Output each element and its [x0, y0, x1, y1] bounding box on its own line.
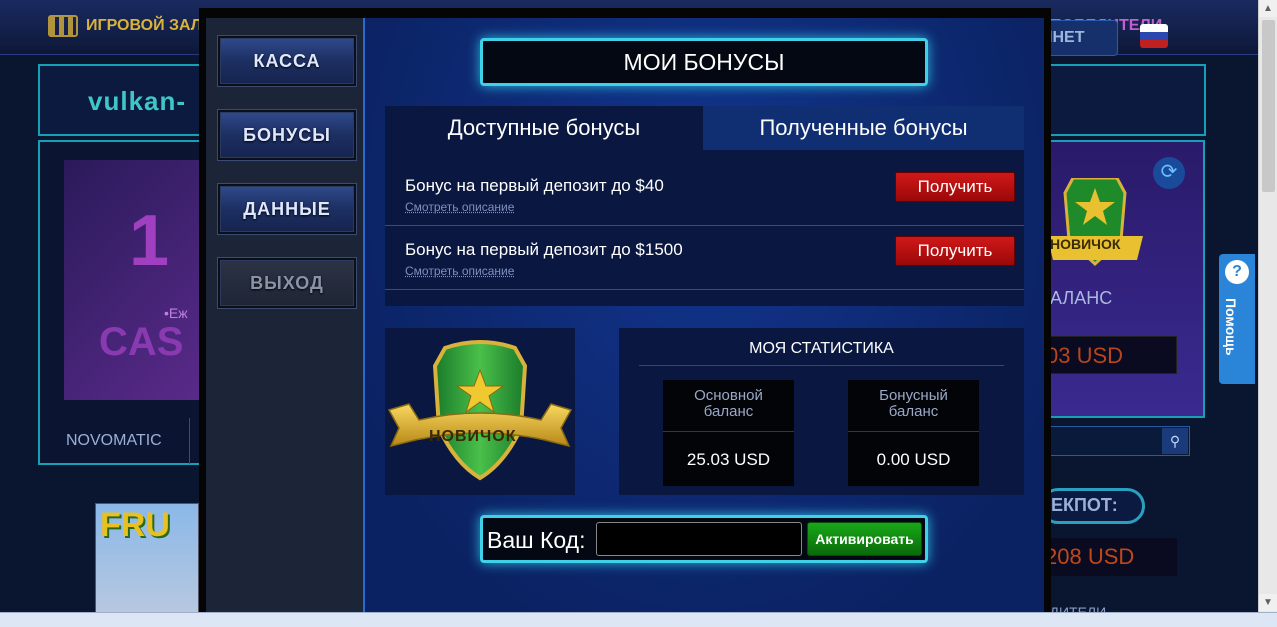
stats-panel: МОЯ СТАТИСТИКА Основной баланс 25.03 USD… — [619, 328, 1024, 495]
os-taskbar — [0, 612, 1277, 627]
bonus-panel: Доступные бонусы Полученные бонусы Бонус… — [385, 106, 1024, 306]
tab-available-bonuses[interactable]: Доступные бонусы — [385, 106, 703, 150]
novice-label: НОВИЧОК — [1050, 236, 1121, 252]
search-icon[interactable]: ⚲ — [1162, 428, 1188, 454]
modal-content: МОИ БОНУСЫ Доступные бонусы Полученные б… — [363, 18, 1044, 612]
sidebar-item-data[interactable]: ДАННЫЕ — [218, 184, 356, 234]
bonus-balance-label-line1: Бонусный — [879, 387, 948, 404]
slot-machine-icon — [48, 15, 78, 37]
sidebar-item-exit[interactable]: ВЫХОД — [218, 258, 356, 308]
main-balance-label-line1: Основной — [694, 387, 763, 404]
jackpot-label: ЕКПОТ: — [1040, 488, 1145, 524]
tab-received-bonuses[interactable]: Полученные бонусы — [703, 106, 1024, 150]
language-flag-icon[interactable] — [1140, 24, 1168, 48]
sidebar-item-bonuses[interactable]: БОНУСЫ — [218, 110, 356, 160]
provider-tab-novomatic[interactable]: NOVOMATIC — [40, 418, 190, 464]
banner-number: 1 — [129, 201, 170, 281]
promo-banner[interactable]: 1 •Еж CAS — [64, 160, 204, 400]
game-hall-link[interactable]: ИГРОВОЙ ЗАЛ — [48, 15, 202, 37]
modal-title: МОИ БОНУСЫ — [623, 49, 785, 75]
stats-title: МОЯ СТАТИСТИКА — [639, 336, 1004, 366]
jackpot-value: 208 USD — [1045, 538, 1177, 576]
main-balance-card: Основной баланс 25.03 USD — [663, 380, 794, 486]
page-scrollbar[interactable]: ▲ ▼ — [1258, 0, 1277, 627]
scroll-up-icon[interactable]: ▲ — [1259, 0, 1277, 17]
site-logo[interactable]: vulkan- — [88, 86, 186, 117]
game-thumbnail-title: FRU — [100, 506, 170, 544]
chat-icon: ? — [1225, 260, 1249, 284]
balance-value: 03 USD — [1045, 336, 1177, 374]
bonus-name: Бонус на первый депозит до $1500 — [405, 240, 683, 259]
bonus-balance-label: Бонусный баланс — [848, 388, 979, 420]
badge-panel: НОВИЧОК — [385, 328, 575, 495]
help-label: Помощь — [1223, 298, 1239, 356]
modal-title-box: МОИ БОНУСЫ — [480, 38, 928, 86]
main-balance-label: Основной баланс — [663, 388, 794, 420]
shield-badge-icon — [387, 340, 573, 481]
game-thumbnail-fruit[interactable]: FRU — [95, 503, 199, 615]
bonus-name: Бонус на первый депозит до $40 — [405, 176, 664, 195]
promo-code-box: Ваш Код: Активировать — [480, 515, 928, 563]
promo-code-input[interactable] — [596, 522, 802, 556]
get-bonus-button[interactable]: Получить — [895, 236, 1015, 266]
modal-sidebar: КАССА БОНУСЫ ДАННЫЕ ВЫХОД — [206, 18, 363, 612]
bonus-balance-value: 0.00 USD — [876, 450, 951, 469]
main-balance-value: 25.03 USD — [686, 450, 771, 469]
get-bonus-button[interactable]: Получить — [895, 172, 1015, 202]
bonus-balance-label-line2: баланс — [888, 403, 939, 420]
bonus-row: Бонус на первый депозит до $40 Смотреть … — [385, 162, 1024, 226]
banner-subtitle: •Еж — [164, 305, 188, 321]
game-hall-label: ИГРОВОЙ ЗАЛ — [86, 17, 203, 35]
novice-badge-icon — [1047, 178, 1143, 267]
bonus-description-link[interactable]: Смотреть описание — [405, 200, 514, 214]
scroll-thumb[interactable] — [1262, 20, 1275, 192]
banner-brand: CAS — [99, 320, 184, 364]
refresh-icon[interactable]: ⟳ — [1153, 157, 1185, 189]
bonus-row: Бонус на первый депозит до $1500 Смотрет… — [385, 226, 1024, 290]
bonus-balance-card: Бонусный баланс 0.00 USD — [848, 380, 979, 486]
promo-code-label: Ваш Код: — [487, 527, 586, 553]
sidebar-item-cashier[interactable]: КАССА — [218, 36, 356, 86]
main-balance-label-line2: баланс — [703, 403, 754, 420]
badge-label: НОВИЧОК — [429, 428, 517, 445]
divider — [663, 431, 794, 432]
activate-button[interactable]: Активировать — [807, 522, 922, 556]
scroll-down-icon[interactable]: ▼ — [1259, 594, 1277, 611]
help-tab[interactable]: ? Помощь — [1219, 254, 1255, 384]
bonus-description-link[interactable]: Смотреть описание — [405, 264, 514, 278]
divider — [848, 431, 979, 432]
balance-label: АЛАНС — [1050, 288, 1113, 308]
